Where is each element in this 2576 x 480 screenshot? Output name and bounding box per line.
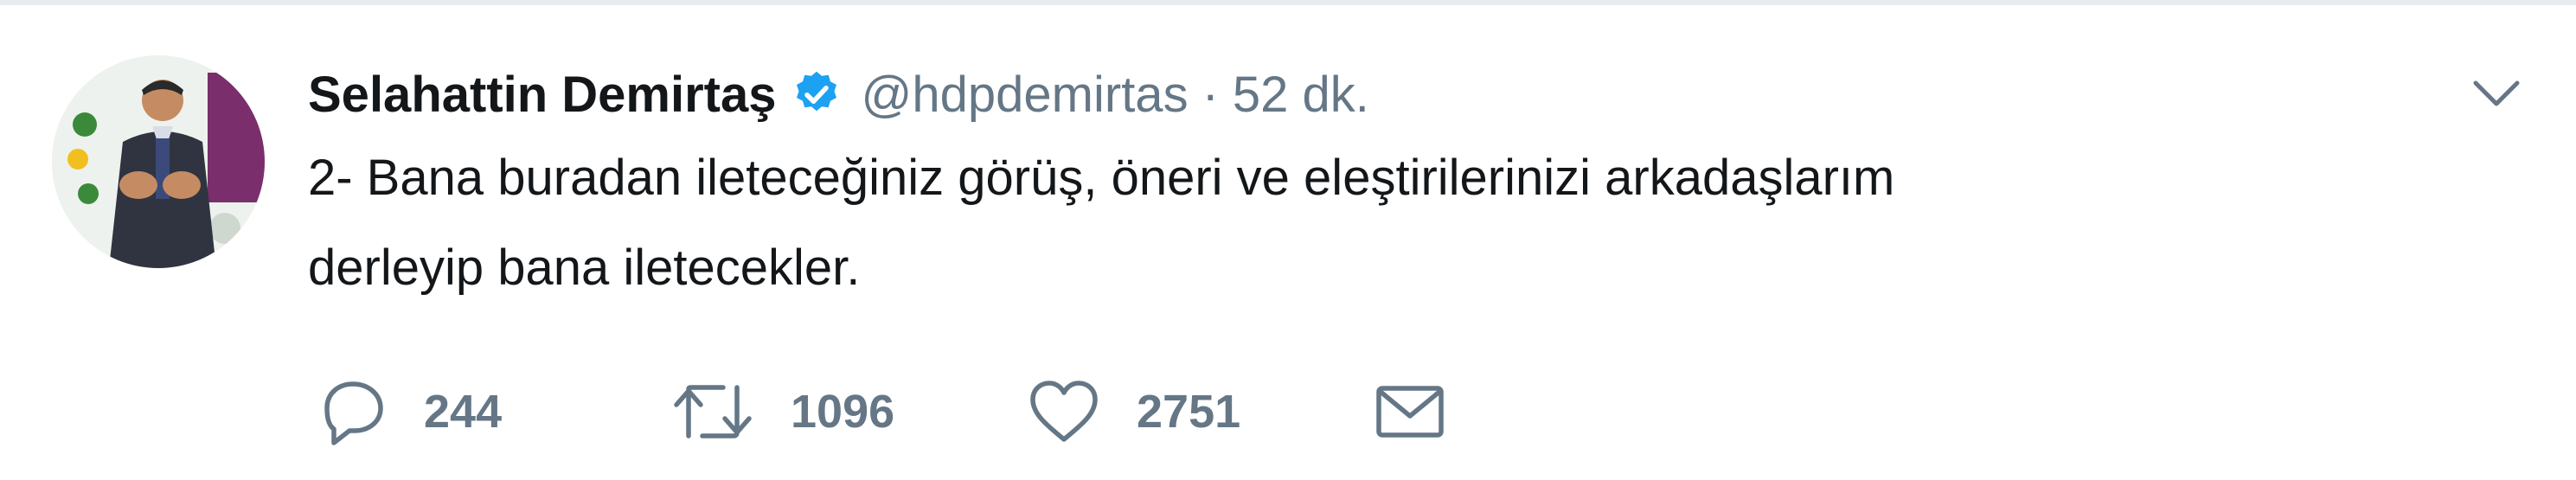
retweet-count: 1096 [791,386,895,438]
tweet[interactable]: Selahattin Demirtaş @hdpdemirtas · 52 dk… [0,5,2576,480]
reply-count: 244 [424,386,503,438]
avatar[interactable] [52,55,265,268]
profile-photo-icon [52,55,265,268]
heart-icon [1030,381,1098,442]
tweet-text: 2- Bana buradan ileteceğiniz görüş, öner… [308,150,1895,296]
retweet-icon [674,385,752,438]
retweet-button[interactable]: 1096 [671,379,1028,445]
chevron-down-icon [2473,80,2520,106]
verified-badge-icon [791,68,843,120]
envelope-icon [1376,386,1444,438]
tweet-header: Selahattin Demirtaş @hdpdemirtas · 52 dk… [308,55,1369,133]
like-count: 2751 [1137,386,1241,438]
like-button[interactable]: 2751 [1028,379,1375,445]
reply-button[interactable]: 244 [315,377,671,446]
reply-icon [324,381,383,445]
author-handle[interactable]: @hdpdemirtas [862,66,1189,124]
more-options-button[interactable] [2470,76,2522,111]
author-display-name[interactable]: Selahattin Demirtaş [308,66,777,124]
direct-message-button[interactable] [1375,383,1445,440]
tweet-actions: 244 1096 2751 [315,368,1445,455]
separator-dot: · [1201,66,1219,123]
tweet-timestamp[interactable]: 52 dk. [1233,66,1369,124]
